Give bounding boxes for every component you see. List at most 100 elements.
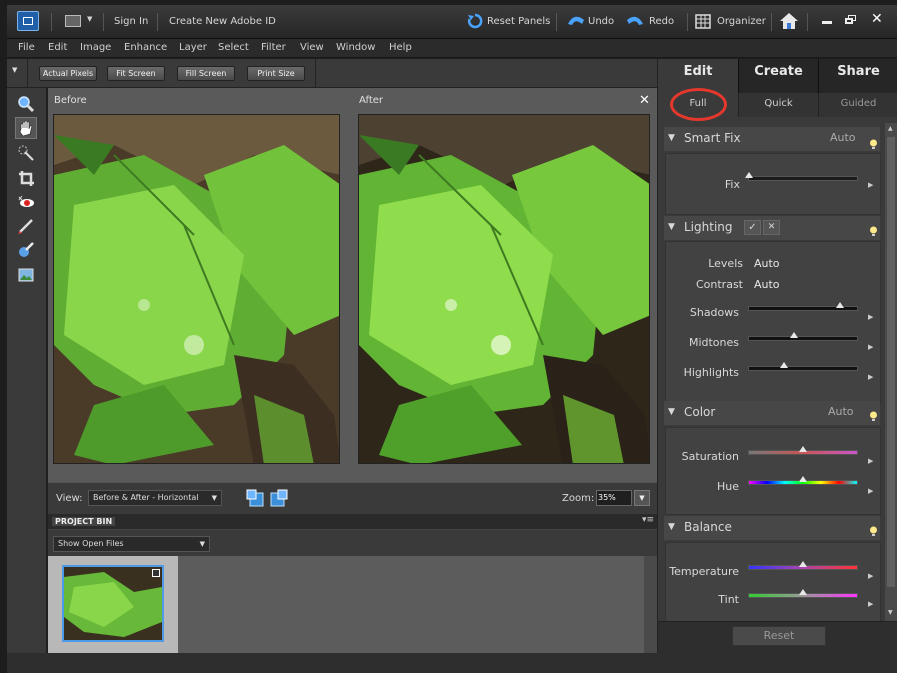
organizer-label: Organizer (717, 16, 766, 27)
hue-arrow-icon[interactable]: ▶ (868, 487, 873, 495)
smart-fix-header[interactable]: ▼ Smart Fix Auto (664, 127, 880, 151)
lighting-header[interactable]: ▼ Lighting ✓ ✕ (664, 216, 880, 240)
lightbulb-icon[interactable] (869, 526, 878, 537)
straighten-tool[interactable] (15, 264, 37, 286)
balance-header[interactable]: ▼ Balance (664, 516, 880, 540)
close-window-icon[interactable]: ✕ (871, 11, 883, 27)
lightbulb-icon[interactable] (869, 226, 878, 237)
highlights-label: Highlights (683, 366, 739, 379)
subtab-quick[interactable]: Quick (738, 93, 818, 117)
sign-in-link[interactable]: Sign In (114, 16, 148, 27)
restore-button[interactable] (845, 15, 856, 24)
reset-button[interactable]: Reset (732, 626, 826, 646)
minimize-button[interactable] (822, 21, 832, 24)
workspace-layout-icon[interactable] (65, 15, 81, 27)
swap-views-icon[interactable] (246, 489, 264, 507)
commit-check-button[interactable]: ✓ (744, 220, 761, 235)
home-icon[interactable] (779, 12, 799, 30)
organizer-grid-icon (695, 14, 711, 29)
close-pane-icon[interactable]: ✕ (639, 93, 650, 108)
menu-window[interactable]: Window (336, 42, 375, 53)
menu-image[interactable]: Image (80, 42, 111, 53)
tint-slider[interactable] (748, 589, 858, 598)
lighting-title: Lighting (684, 220, 733, 234)
options-chevron-icon[interactable]: ▼ (12, 66, 17, 74)
menu-edit[interactable]: Edit (48, 42, 67, 53)
tab-create[interactable]: Create (738, 59, 818, 93)
redo-button[interactable]: Redo (623, 5, 678, 39)
create-adobe-id-link[interactable]: Create New Adobe ID (169, 16, 276, 27)
crop-tool[interactable] (15, 167, 37, 189)
bin-thumbnail[interactable] (62, 565, 164, 642)
tool-options-bar: ▼ Actual Pixels Fit Screen Fill Screen P… (7, 59, 657, 88)
match-views-icon[interactable] (270, 489, 288, 507)
bin-filter-select[interactable]: Show Open Files ▼ (53, 536, 210, 552)
saturation-label: Saturation (681, 450, 739, 463)
cancel-button[interactable]: ✕ (763, 220, 780, 235)
smart-brush-icon (19, 242, 34, 257)
hand-icon (19, 120, 33, 136)
menu-help[interactable]: Help (389, 42, 412, 53)
view-mode-select[interactable]: Before & After - Horizontal ▼ (88, 490, 222, 506)
red-eye-tool[interactable] (15, 191, 37, 213)
menu-select[interactable]: Select (218, 42, 249, 53)
bin-menu-icon[interactable]: ▾≡ (642, 515, 654, 525)
highlights-slider[interactable] (748, 362, 858, 371)
tint-slider-thumb[interactable] (798, 589, 808, 596)
shadows-arrow-icon[interactable]: ▶ (868, 313, 873, 321)
organizer-button[interactable]: Organizer (693, 5, 773, 39)
hand-tool[interactable] (15, 117, 37, 139)
color-header[interactable]: ▼ Color Auto (664, 401, 880, 425)
tint-arrow-icon[interactable]: ▶ (868, 600, 873, 608)
actual-pixels-button[interactable]: Actual Pixels (39, 66, 97, 81)
tab-share[interactable]: Share (818, 59, 897, 93)
saturation-slider[interactable] (748, 446, 858, 455)
menu-filter[interactable]: Filter (261, 42, 286, 53)
menu-view[interactable]: View (300, 42, 324, 53)
hue-slider[interactable] (748, 476, 858, 485)
temperature-slider-thumb[interactable] (798, 561, 808, 568)
shadows-label: Shadows (689, 306, 739, 319)
lightbulb-icon[interactable] (869, 411, 878, 422)
color-auto-button[interactable]: Auto (828, 401, 854, 423)
smart-fix-auto-button[interactable]: Auto (830, 127, 856, 149)
shadows-slider[interactable] (748, 302, 858, 311)
panel-scrollbar[interactable]: ▲ ▼ (885, 123, 897, 621)
midtones-arrow-icon[interactable]: ▶ (868, 343, 873, 351)
print-size-button[interactable]: Print Size (247, 66, 305, 81)
midtones-slider-thumb[interactable] (789, 332, 799, 339)
fix-slider-thumb[interactable] (744, 172, 754, 179)
fix-slider[interactable] (744, 172, 858, 181)
fill-screen-button[interactable]: Fill Screen (177, 66, 235, 81)
tint-label: Tint (718, 593, 739, 606)
highlights-arrow-icon[interactable]: ▶ (868, 373, 873, 381)
midtones-slider[interactable] (748, 332, 858, 341)
chevron-down-icon[interactable]: ▼ (87, 15, 92, 23)
menu-layer[interactable]: Layer (179, 42, 207, 53)
subtab-guided[interactable]: Guided (818, 93, 897, 117)
temperature-label: Temperature (669, 565, 739, 578)
temperature-arrow-icon[interactable]: ▶ (868, 572, 873, 580)
quick-selection-tool[interactable] (15, 142, 37, 164)
menu-file[interactable]: File (18, 42, 35, 53)
fit-screen-button[interactable]: Fit Screen (107, 66, 165, 81)
view-label: View: (56, 493, 83, 504)
saturation-slider-thumb[interactable] (798, 446, 808, 453)
hue-slider-thumb[interactable] (798, 476, 808, 483)
contrast-auto-button[interactable]: Auto (754, 278, 780, 291)
color-body: Saturation ▶ Hue ▶ (665, 427, 881, 515)
zoom-tool[interactable] (15, 93, 37, 115)
undo-button[interactable]: Undo (562, 5, 617, 39)
highlights-slider-thumb[interactable] (780, 362, 789, 369)
zoom-input[interactable]: 35% (596, 490, 632, 506)
smart-brush-tool[interactable] (15, 239, 37, 261)
reset-panels-button[interactable]: Reset Panels (463, 5, 559, 39)
saturation-arrow-icon[interactable]: ▶ (868, 457, 873, 465)
spot-healing-tool[interactable] (15, 215, 37, 237)
menu-enhance[interactable]: Enhance (124, 42, 167, 53)
temperature-slider[interactable] (748, 561, 858, 570)
shadows-slider-thumb[interactable] (836, 302, 845, 309)
lightbulb-icon[interactable] (869, 139, 878, 150)
fix-arrow-icon[interactable]: ▶ (868, 181, 873, 189)
levels-auto-button[interactable]: Auto (754, 257, 780, 270)
